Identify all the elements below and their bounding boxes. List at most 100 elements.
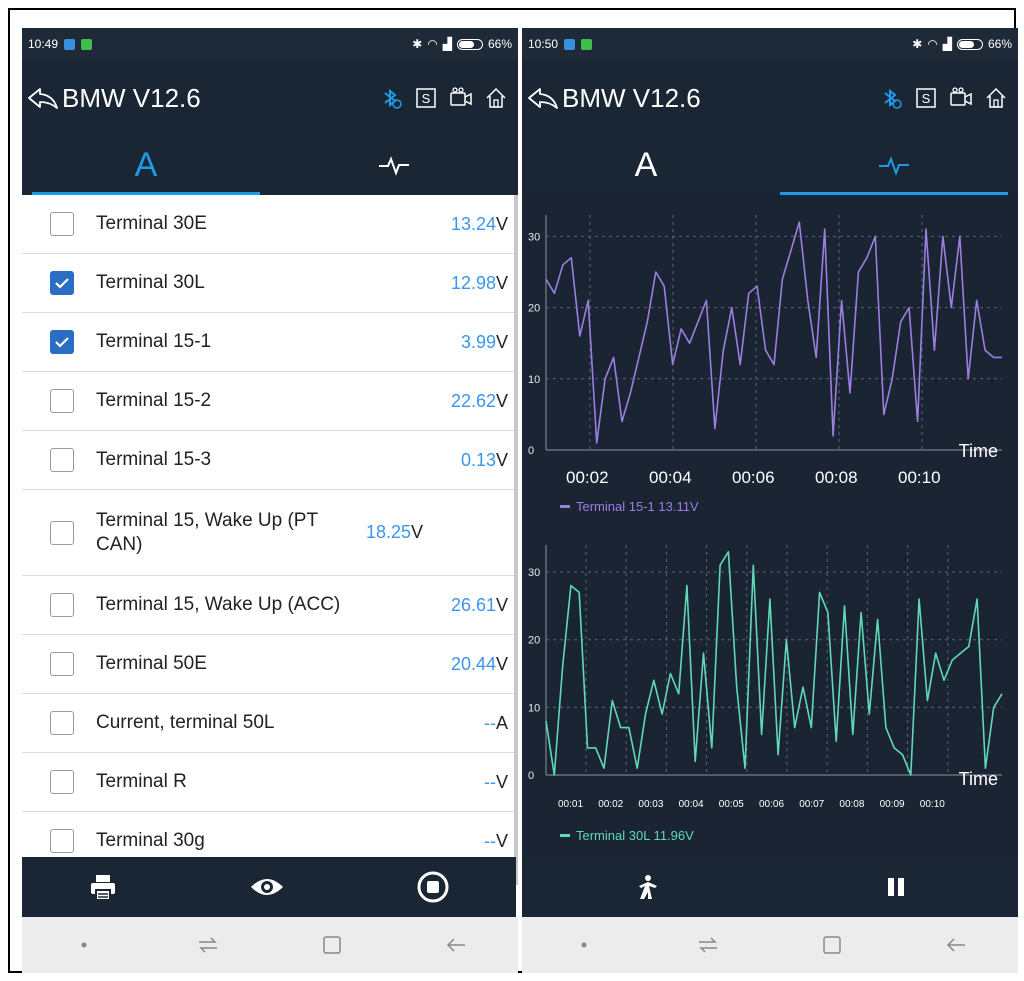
item-unit: V (495, 653, 508, 674)
item-unit: V (495, 594, 508, 615)
waveform-icon (879, 156, 909, 176)
x-tick-label: 00:02 (566, 468, 609, 487)
checkbox[interactable] (50, 770, 74, 794)
tab-values[interactable]: A (522, 135, 770, 195)
item-unit: V (495, 390, 508, 411)
bluetooth-icon[interactable] (879, 86, 903, 110)
wifi-icon: ◠ (927, 37, 938, 51)
item-value: 3.99 (460, 331, 496, 352)
x-tick-label: 00:05 (719, 799, 744, 810)
bluetooth-status-icon: ✱ (412, 37, 423, 51)
item-unit: V (411, 522, 424, 542)
status-time: 10:50 (528, 37, 559, 51)
charts-svg: 0 10 20 30 00:02 00:04 00:06 00:08 00:10 Time Term… (528, 215, 1003, 843)
back-nav-icon[interactable] (443, 932, 469, 958)
checkbox[interactable] (50, 330, 74, 354)
list-item[interactable]: Terminal 15-2 22.62 V (22, 372, 516, 431)
bluetooth-status-icon: ✱ (912, 37, 923, 51)
legend-label: Terminal 30L 11.96V (576, 828, 694, 843)
stop-icon[interactable] (416, 870, 450, 904)
back-nav-icon[interactable] (943, 932, 969, 958)
tab-values-label: A (634, 145, 658, 184)
item-value: -- (483, 771, 496, 792)
checkbox[interactable] (50, 212, 74, 236)
home-icon[interactable] (984, 86, 1008, 110)
bluetooth-icon[interactable] (379, 86, 403, 110)
waveform-icon (379, 156, 409, 176)
bottom-toolbar (522, 857, 1018, 917)
y-tick-label: 10 (528, 702, 540, 714)
wifi-icon: ◠ (427, 37, 438, 51)
s-document-icon[interactable]: S (914, 86, 938, 110)
record-video-icon[interactable] (949, 86, 973, 110)
upload-notification-icon (64, 38, 76, 50)
item-value: 22.62 (450, 390, 496, 411)
record-video-icon[interactable] (449, 86, 473, 110)
print-icon[interactable] (88, 872, 118, 902)
list-item[interactable]: Terminal 15-3 0.13 V (22, 431, 516, 490)
item-value: 0.13 (460, 449, 496, 470)
tab-graph[interactable] (270, 135, 518, 195)
status-bar: 10:50 ✱ ◠ ▟ 66% (522, 28, 1018, 60)
scrollbar[interactable] (514, 195, 518, 885)
item-label: Terminal 15-1 (96, 331, 212, 352)
tab-values[interactable]: A (22, 135, 270, 195)
x-tick-label: 00:10 (898, 468, 941, 487)
eye-icon[interactable] (249, 874, 285, 900)
list-item[interactable]: Terminal 15-1 3.99 V (22, 313, 516, 372)
series-line (545, 550, 1003, 776)
signal-icon: ▟ (442, 37, 452, 51)
checkbox[interactable] (50, 389, 74, 413)
page-title: BMW V12.6 (562, 82, 701, 113)
list-item[interactable]: Terminal 30g -- V (22, 812, 516, 855)
y-tick-label: 30 (528, 567, 540, 579)
checkbox[interactable] (50, 711, 74, 735)
x-tick-label: 00:04 (679, 799, 704, 810)
checkbox[interactable] (50, 652, 74, 676)
bottom-toolbar (22, 857, 516, 917)
dot-icon[interactable] (71, 932, 97, 958)
s-document-icon[interactable]: S (414, 86, 438, 110)
recent-apps-icon[interactable] (195, 932, 221, 958)
list-item[interactable]: Current, terminal 50L -- A (22, 694, 516, 753)
check-icon (55, 337, 69, 348)
pause-icon[interactable] (885, 876, 907, 898)
list-item[interactable]: Terminal 30E 13.24 V (22, 195, 516, 254)
list-item[interactable]: Terminal 15, Wake Up (PT CAN) 18.25 V (22, 490, 516, 576)
back-arrow-icon[interactable] (26, 83, 60, 113)
checkbox[interactable] (50, 593, 74, 617)
x-tick-label: 00:03 (638, 799, 663, 810)
pin-icon[interactable] (634, 873, 662, 901)
svg-text:S: S (922, 91, 931, 106)
item-unit: A (495, 712, 508, 733)
checkbox[interactable] (50, 520, 74, 545)
tab-values-label: A (134, 145, 158, 184)
x-axis-label: Time (959, 441, 998, 461)
x-tick-label: 00:07 (799, 799, 824, 810)
item-value: 13.24 (450, 213, 496, 234)
checkbox[interactable] (50, 829, 74, 853)
tab-graph[interactable] (770, 135, 1018, 195)
recent-apps-icon[interactable] (695, 932, 721, 958)
home-icon[interactable] (484, 86, 508, 110)
item-label: Terminal 15-3 (96, 449, 212, 470)
list-item[interactable]: Terminal 15, Wake Up (ACC) 26.61 V (22, 576, 516, 635)
list-item[interactable]: Terminal R -- V (22, 753, 516, 812)
item-label: Terminal 30L (96, 272, 205, 293)
phone-left: 10:49 ✱ ◠ ▟ 66% BMW V12.6 S A Terminal 3… (22, 28, 518, 973)
back-arrow-icon[interactable] (526, 83, 560, 113)
series-line (545, 221, 1002, 444)
item-label: Terminal 50E (96, 653, 207, 674)
home-nav-icon[interactable] (819, 932, 845, 958)
list-item[interactable]: Terminal 30L 12.98 V (22, 254, 516, 313)
checkbox[interactable] (50, 271, 74, 295)
home-nav-icon[interactable] (319, 932, 345, 958)
checkbox[interactable] (50, 448, 74, 472)
dot-icon[interactable] (571, 932, 597, 958)
list-item[interactable]: Terminal 50E 20.44 V (22, 635, 516, 694)
item-label: Terminal R (96, 771, 187, 792)
app-header: BMW V12.6 S A (22, 60, 518, 195)
chart-area: 0 10 20 30 00:02 00:04 00:06 00:08 00:10 Time Term… (522, 195, 1018, 857)
item-unit: V (495, 213, 508, 234)
item-unit: V (495, 771, 508, 792)
